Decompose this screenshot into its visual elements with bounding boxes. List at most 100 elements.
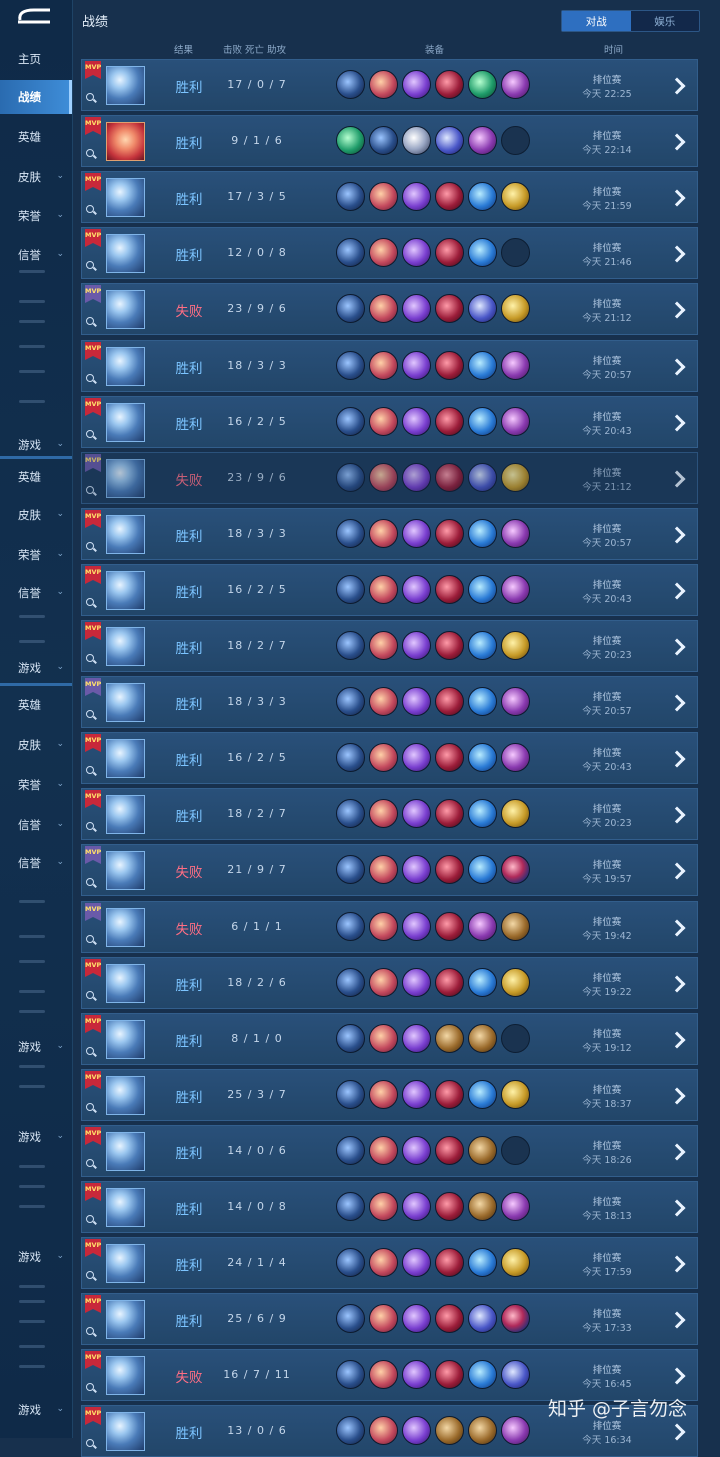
sidebar-item[interactable]: 游戏 ⌄ [0, 1120, 72, 1154]
match-row[interactable]: MVP 失败 21 / 9 / 7 排位赛 今天 19:57 [81, 844, 698, 896]
magnifier-icon[interactable] [86, 1047, 94, 1055]
chevron-right-icon[interactable] [668, 1197, 688, 1217]
magnifier-icon[interactable] [86, 822, 94, 830]
chevron-right-icon[interactable] [668, 580, 688, 600]
sidebar-item[interactable]: 英雄 [0, 460, 72, 494]
magnifier-icon[interactable] [86, 766, 94, 774]
match-row[interactable]: MVP 胜利 18 / 3 / 3 排位赛 今天 20:57 [81, 508, 698, 560]
chevron-right-icon[interactable] [668, 356, 688, 376]
chevron-right-icon[interactable] [668, 187, 688, 207]
match-row[interactable]: MVP 胜利 18 / 2 / 7 排位赛 今天 20:23 [81, 620, 698, 672]
sidebar-item[interactable]: 荣誉 ⌄ [0, 768, 72, 802]
magnifier-icon[interactable] [86, 430, 94, 438]
wave-item-icon [468, 182, 497, 211]
magnifier-icon[interactable] [86, 1103, 94, 1111]
sidebar-item[interactable]: 信誉 ⌄ [0, 846, 72, 880]
sidebar-item[interactable]: 信誉 ⌄ [0, 576, 72, 610]
magnifier-icon[interactable] [86, 991, 94, 999]
magnifier-icon[interactable] [86, 261, 94, 269]
sidebar-item[interactable]: 游戏 ⌄ [0, 651, 72, 685]
match-row[interactable]: MVP 失败 23 / 9 / 6 排位赛 今天 21:12 [81, 283, 698, 335]
chevron-right-icon[interactable] [668, 973, 688, 993]
sidebar-item[interactable]: 皮肤 ⌄ [0, 728, 72, 762]
chevron-right-icon[interactable] [668, 1085, 688, 1105]
match-row[interactable]: MVP 胜利 25 / 6 / 9 排位赛 今天 17:33 [81, 1293, 698, 1345]
chevron-right-icon[interactable] [668, 1421, 688, 1441]
sidebar-item[interactable]: 荣誉 ⌄ [0, 538, 72, 572]
sidebar-item[interactable]: 主页 [0, 42, 72, 76]
magnifier-icon[interactable] [86, 486, 94, 494]
magnifier-icon[interactable] [86, 654, 94, 662]
magnifier-icon[interactable] [86, 374, 94, 382]
chevron-right-icon[interactable] [668, 412, 688, 432]
match-row[interactable]: MVP 胜利 17 / 0 / 7 排位赛 今天 22:25 [81, 59, 698, 111]
match-row[interactable]: MVP 胜利 18 / 3 / 3 排位赛 今天 20:57 [81, 676, 698, 728]
sidebar-item[interactable]: 战绩 [0, 80, 72, 114]
chevron-right-icon[interactable] [668, 1141, 688, 1161]
match-row[interactable]: MVP 胜利 25 / 3 / 7 排位赛 今天 18:37 [81, 1069, 698, 1121]
magnifier-icon[interactable] [86, 1327, 94, 1335]
chevron-right-icon[interactable] [668, 1253, 688, 1273]
chevron-right-icon[interactable] [668, 1309, 688, 1329]
magnifier-icon[interactable] [86, 1439, 94, 1447]
chevron-right-icon[interactable] [668, 131, 688, 151]
match-row[interactable]: MVP 胜利 18 / 2 / 7 排位赛 今天 20:23 [81, 788, 698, 840]
match-row[interactable]: MVP 胜利 9 / 1 / 6 排位赛 今天 22:14 [81, 115, 698, 167]
magnifier-icon[interactable] [86, 1159, 94, 1167]
magnifier-icon[interactable] [86, 317, 94, 325]
magnifier-icon[interactable] [86, 598, 94, 606]
match-row[interactable]: MVP 胜利 16 / 2 / 5 排位赛 今天 20:43 [81, 396, 698, 448]
magnifier-icon[interactable] [86, 878, 94, 886]
tab-battle[interactable]: 对战 [562, 11, 631, 31]
chevron-right-icon[interactable] [668, 243, 688, 263]
boot-item-icon [336, 1416, 365, 1445]
magnifier-icon[interactable] [86, 935, 94, 943]
match-row[interactable]: MVP 胜利 8 / 1 / 0 排位赛 今天 19:12 [81, 1013, 698, 1065]
chevron-right-icon[interactable] [668, 804, 688, 824]
chevron-right-icon[interactable] [668, 524, 688, 544]
magnifier-icon[interactable] [86, 542, 94, 550]
match-row[interactable]: MVP 胜利 17 / 3 / 5 排位赛 今天 21:59 [81, 171, 698, 223]
match-row[interactable]: MVP 胜利 24 / 1 / 4 排位赛 今天 17:59 [81, 1237, 698, 1289]
mask-item-icon [435, 519, 464, 548]
sidebar-item[interactable]: 信誉 ⌄ [0, 808, 72, 842]
match-row[interactable]: MVP 胜利 14 / 0 / 6 排位赛 今天 18:26 [81, 1125, 698, 1177]
chevron-right-icon[interactable] [668, 1029, 688, 1049]
magnifier-icon[interactable] [86, 1215, 94, 1223]
sidebar-item[interactable]: 皮肤 ⌄ [0, 498, 72, 532]
tab-entertainment[interactable]: 娱乐 [631, 11, 700, 31]
match-row[interactable]: MVP 胜利 12 / 0 / 8 排位赛 今天 21:46 [81, 227, 698, 279]
match-row[interactable]: MVP 失败 6 / 1 / 1 排位赛 今天 19:42 [81, 901, 698, 953]
magnifier-icon[interactable] [86, 1383, 94, 1391]
sidebar-item[interactable]: 游戏 ⌄ [0, 1030, 72, 1064]
match-row[interactable]: MVP 胜利 16 / 2 / 5 排位赛 今天 20:43 [81, 564, 698, 616]
chevron-right-icon[interactable] [668, 468, 688, 488]
chevron-right-icon[interactable] [668, 860, 688, 880]
chevron-right-icon[interactable] [668, 299, 688, 319]
sidebar-item[interactable]: 信誉 ⌄ [0, 238, 72, 272]
sidebar-item[interactable]: 英雄 [0, 120, 72, 154]
match-row[interactable]: MVP 胜利 14 / 0 / 8 排位赛 今天 18:13 [81, 1181, 698, 1233]
magnifier-icon[interactable] [86, 710, 94, 718]
match-row[interactable]: MVP 胜利 16 / 2 / 5 排位赛 今天 20:43 [81, 732, 698, 784]
mvp-badge: MVP [85, 61, 101, 79]
back-icon[interactable] [14, 6, 54, 28]
chevron-right-icon[interactable] [668, 748, 688, 768]
magnifier-icon[interactable] [86, 1271, 94, 1279]
chevron-right-icon[interactable] [668, 636, 688, 656]
match-row[interactable]: MVP 失败 23 / 9 / 6 排位赛 今天 21:12 [81, 452, 698, 504]
sidebar-item[interactable]: 英雄 [0, 688, 72, 722]
sidebar-item[interactable]: 皮肤 ⌄ [0, 160, 72, 194]
match-row[interactable]: MVP 胜利 18 / 3 / 3 排位赛 今天 20:57 [81, 340, 698, 392]
magnifier-icon[interactable] [86, 149, 94, 157]
sidebar-item[interactable]: 游戏 ⌄ [0, 1240, 72, 1274]
magnifier-icon[interactable] [86, 205, 94, 213]
sidebar-item[interactable]: 游戏 ⌄ [0, 1393, 72, 1427]
match-row[interactable]: MVP 胜利 18 / 2 / 6 排位赛 今天 19:22 [81, 957, 698, 1009]
chevron-right-icon[interactable] [668, 75, 688, 95]
chevron-right-icon[interactable] [668, 1365, 688, 1385]
sidebar-item[interactable]: 荣誉 ⌄ [0, 199, 72, 233]
chevron-right-icon[interactable] [668, 917, 688, 937]
magnifier-icon[interactable] [86, 93, 94, 101]
chevron-right-icon[interactable] [668, 692, 688, 712]
